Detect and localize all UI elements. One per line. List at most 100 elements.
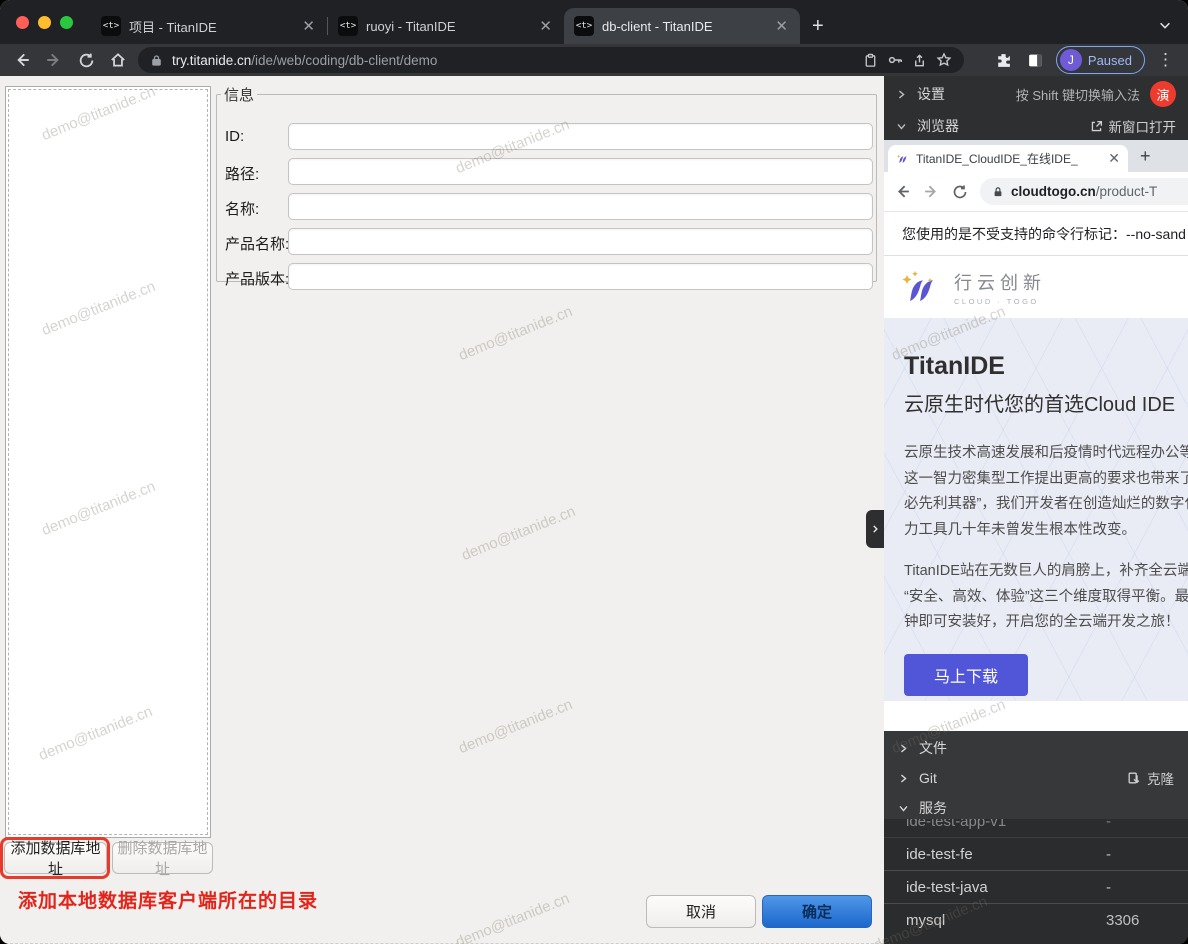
form-row: 名称: [217, 193, 876, 220]
fieldset-legend: 信息 [221, 84, 257, 105]
url-path: /product-T [1096, 184, 1158, 199]
bookmark-star-icon[interactable] [936, 52, 952, 68]
share-icon[interactable] [912, 53, 927, 68]
close-tab-icon[interactable]: ✕ [537, 17, 554, 35]
field-input-id[interactable] [288, 123, 873, 150]
service-row[interactable]: ide-test-app-v1 - [884, 819, 1188, 838]
paragraph-line: 云原生技术高速发展和后疫情时代远程办公等新 [904, 441, 1188, 467]
embedded-tab[interactable]: TitanIDE_CloudIDE_在线IDE_ ✕ [888, 145, 1128, 172]
profile-button[interactable]: J Paused [1056, 46, 1145, 74]
services-list: ide-test-app-v1 - ide-test-fe - ide-test… [884, 819, 1188, 944]
field-input-path[interactable] [288, 158, 873, 185]
files-section-label: 文件 [919, 738, 947, 758]
back-button[interactable] [10, 48, 34, 72]
git-clone-button[interactable]: 克隆 [1127, 768, 1174, 788]
panel-collapse-handle[interactable] [866, 510, 884, 548]
service-row[interactable]: mysql 3306 [884, 904, 1188, 937]
new-tab-button[interactable]: + [1140, 146, 1151, 167]
form-row: 路径: [217, 158, 876, 185]
extensions-puzzle-icon[interactable] [992, 48, 1016, 72]
add-database-path-button[interactable]: 添加数据库地址 [4, 842, 107, 874]
avatar: J [1060, 49, 1082, 71]
cloudtogo-logo-icon [900, 269, 944, 305]
service-row[interactable]: ide-test-java - [884, 871, 1188, 904]
service-name: ide-test-app-v1 [906, 819, 1006, 830]
side-panel-icon[interactable] [1024, 48, 1048, 72]
service-name: mysql [906, 912, 945, 929]
form-row: 产品版本: [217, 263, 876, 290]
forward-button[interactable] [42, 48, 66, 72]
field-input-name[interactable] [288, 193, 873, 220]
tab-project[interactable]: <t> 项目 - TitanIDE ✕ [91, 8, 327, 44]
ok-button[interactable]: 确定 [762, 895, 872, 928]
titanide-favicon-icon: <t> [338, 16, 358, 36]
zoom-window-button[interactable] [60, 16, 73, 29]
embedded-address-bar[interactable]: cloudtogo.cn/product-T [980, 178, 1188, 205]
paragraph-line: 这一智力密集型工作提出更高的要求也带来了新 [904, 467, 1188, 493]
service-port: - [1106, 846, 1111, 863]
reload-button[interactable] [74, 48, 98, 72]
titanide-favicon-icon: <t> [574, 16, 594, 36]
field-label-product-version: 产品版本: [225, 268, 289, 289]
site-header: 行云创新 CLOUD · TOGO [884, 256, 1188, 318]
service-row[interactable]: ide-test-fe - [884, 838, 1188, 871]
service-port: - [1106, 879, 1111, 896]
sidebar-item-settings[interactable]: 设置 按 Shift 键切换输入法 演 [884, 79, 1188, 109]
sidebar-item-browser[interactable]: 浏览器 新窗口打开 [884, 111, 1188, 141]
key-icon[interactable] [887, 52, 903, 68]
back-button[interactable] [894, 183, 911, 200]
hero-paragraph-1: 云原生技术高速发展和后疫情时代远程办公等新 这一智力密集型工作提出更高的要求也带… [904, 441, 1188, 543]
lock-icon[interactable] [150, 54, 163, 67]
database-path-listbox[interactable] [5, 86, 211, 838]
home-button[interactable] [106, 48, 130, 72]
new-tab-button[interactable]: + [812, 16, 824, 36]
chevron-right-icon [898, 743, 909, 754]
unsupported-flag-warning: 您使用的是不受支持的命令行标记：--no-sand [884, 212, 1188, 256]
menu-kebab-icon[interactable]: ⋮ [1153, 50, 1178, 70]
address-bar[interactable]: try.titanide.cn/ide/web/coding/db-client… [138, 47, 964, 73]
git-clone-label: 克隆 [1147, 768, 1174, 788]
sidebar-item-files[interactable]: 文件 [884, 733, 1188, 763]
hero-subtitle: 云原生时代您的首选Cloud IDE [904, 388, 1188, 417]
chevron-down-icon[interactable] [1158, 18, 1172, 32]
browser-section-label: 浏览器 [917, 116, 959, 136]
embedded-tab-strip: TitanIDE_CloudIDE_在线IDE_ ✕ + [884, 140, 1188, 172]
url-path: /ide/web/coding/db-client/demo [251, 53, 437, 68]
demo-badge[interactable]: 演 [1150, 81, 1176, 107]
minimize-window-button[interactable] [38, 16, 51, 29]
paragraph-line: “安全、高效、体验”这三个维度取得平衡。最快 [904, 585, 1188, 611]
git-section-label: Git [919, 770, 937, 786]
paragraph-line: 钟即可安装好，开启您的全云端开发之旅！ [904, 610, 1188, 636]
browser-window: <t> 项目 - TitanIDE ✕ <t> ruoyi - TitanIDE… [0, 0, 1188, 944]
embedded-tab-title: TitanIDE_CloudIDE_在线IDE_ [916, 150, 1101, 167]
tab-ruoyi[interactable]: <t> ruoyi - TitanIDE ✕ [328, 8, 564, 44]
tab-title: 项目 - TitanIDE [129, 17, 292, 36]
info-fieldset: 信息 ID: 路径: 名称: 产品名称: 产品版本: [216, 84, 877, 282]
url-domain: cloudtogo.cn [1011, 184, 1096, 199]
service-port: 3306 [1106, 912, 1139, 929]
close-window-button[interactable] [16, 16, 29, 29]
chevron-down-icon [898, 803, 909, 814]
ide-side-panel: 设置 按 Shift 键切换输入法 演 浏览器 新窗口打开 TitanIDE_C… [884, 76, 1188, 944]
close-tab-icon[interactable]: ✕ [300, 17, 317, 35]
sidebar-item-git[interactable]: Git 克隆 [884, 763, 1188, 793]
download-now-button[interactable]: 马上下载 [904, 654, 1028, 696]
tab-db-client-active[interactable]: <t> db-client - TitanIDE ✕ [564, 8, 800, 44]
delete-database-path-button[interactable]: 删除数据库地址 [112, 842, 213, 874]
forward-button[interactable] [923, 183, 940, 200]
field-input-product-version[interactable] [288, 263, 873, 290]
clipboard-icon[interactable] [863, 53, 878, 68]
paragraph-line: 必先利其器”，我们开发者在创造灿烂的数字化 [904, 492, 1188, 518]
field-input-product-name[interactable] [288, 228, 873, 255]
browser-toolbar: try.titanide.cn/ide/web/coding/db-client… [0, 44, 1188, 76]
close-tab-icon[interactable]: ✕ [773, 17, 790, 35]
close-tab-icon[interactable]: ✕ [1108, 150, 1120, 167]
open-new-window-button[interactable]: 新窗口打开 [1090, 116, 1177, 136]
paragraph-line: 力工具几十年未曾发生根本性改变。 [904, 518, 1188, 544]
settings-label: 设置 [917, 84, 945, 104]
reload-button[interactable] [952, 184, 968, 200]
embedded-navbar: cloudtogo.cn/product-T [884, 172, 1188, 212]
annotation-text: 添加本地数据库客户端所在的目录 [18, 886, 318, 913]
embedded-url: cloudtogo.cn/product-T [1011, 184, 1157, 199]
cancel-button[interactable]: 取消 [646, 895, 756, 928]
